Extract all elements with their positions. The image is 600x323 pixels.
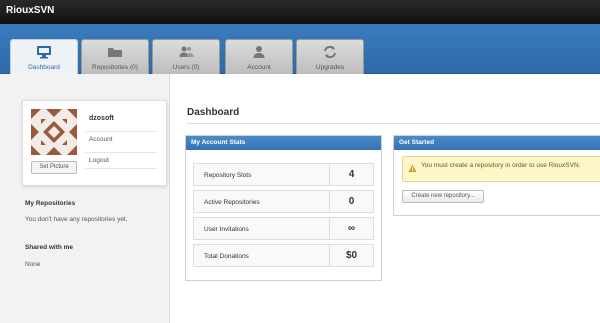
stat-label: Total Donations xyxy=(204,253,249,260)
tab-dashboard[interactable]: Dashboard xyxy=(10,39,78,75)
users-icon xyxy=(153,43,219,63)
monitor-icon xyxy=(11,43,77,63)
stat-label: User Invitations xyxy=(204,226,249,233)
get-started-panel: Get Started You must create a repository… xyxy=(393,135,600,216)
stat-row: Active Repositories 0 xyxy=(193,190,374,213)
panel-title: Get Started xyxy=(394,136,600,150)
stat-value: $0 xyxy=(329,245,373,266)
stat-row: Repository Slots 4 xyxy=(193,163,374,186)
page-title: Dashboard xyxy=(187,107,240,118)
top-bar: RiouxSVN xyxy=(0,0,600,24)
stat-label: Active Repositories xyxy=(204,199,260,206)
account-stats-panel: My Account Stats Repository Slots 4 Acti… xyxy=(185,135,382,281)
refresh-icon xyxy=(297,43,363,63)
alert-message: You must create a repository in order to… xyxy=(421,162,581,169)
warning-icon xyxy=(408,164,417,175)
tab-label: Users (0) xyxy=(172,64,200,71)
main-content: Dashboard My Account Stats Repository Sl… xyxy=(171,74,600,323)
shared-heading: Shared with me xyxy=(25,244,74,251)
tab-label: Repositories (0) xyxy=(92,64,138,71)
panel-title: My Account Stats xyxy=(186,136,381,150)
shared-text: None xyxy=(25,261,41,268)
stat-row: Total Donations $0 xyxy=(193,244,374,267)
stat-row: User Invitations ∞ xyxy=(193,217,374,240)
tab-label: Dashboard xyxy=(28,64,60,71)
tab-account[interactable]: Account xyxy=(225,39,293,74)
sidebar: Set Picture dzosoft Account Logout My Re… xyxy=(0,74,170,323)
stat-value: 0 xyxy=(329,191,373,212)
create-repository-button[interactable]: Create new repository... xyxy=(402,190,484,203)
divider xyxy=(187,123,600,124)
tab-users[interactable]: Users (0) xyxy=(152,39,220,74)
tab-upgrades[interactable]: Upgrades xyxy=(296,39,364,74)
stat-value: ∞ xyxy=(329,218,373,239)
account-link[interactable]: Account xyxy=(85,131,157,147)
stat-label: Repository Slots xyxy=(204,172,252,179)
tab-label: Account xyxy=(247,64,271,71)
username: dzosoft xyxy=(89,115,114,122)
repos-heading: My Repositories xyxy=(25,200,76,207)
tab-label: Upgrades xyxy=(315,64,345,71)
tab-strip: Dashboard Repositories (0) Users (0) Acc… xyxy=(0,24,600,75)
avatar[interactable] xyxy=(31,109,77,155)
set-picture-button[interactable]: Set Picture xyxy=(31,161,77,174)
warning-alert: You must create a repository in order to… xyxy=(402,156,600,182)
user-icon xyxy=(226,43,292,63)
folder-icon xyxy=(82,43,148,63)
tab-repositories[interactable]: Repositories (0) xyxy=(81,39,149,74)
logout-link[interactable]: Logout xyxy=(85,152,157,169)
repos-empty-text: You don't have any repositories yet. xyxy=(25,216,128,223)
app-title: RiouxSVN xyxy=(6,5,55,16)
stat-value: 4 xyxy=(329,164,373,185)
profile-card: Set Picture dzosoft Account Logout xyxy=(22,100,167,186)
